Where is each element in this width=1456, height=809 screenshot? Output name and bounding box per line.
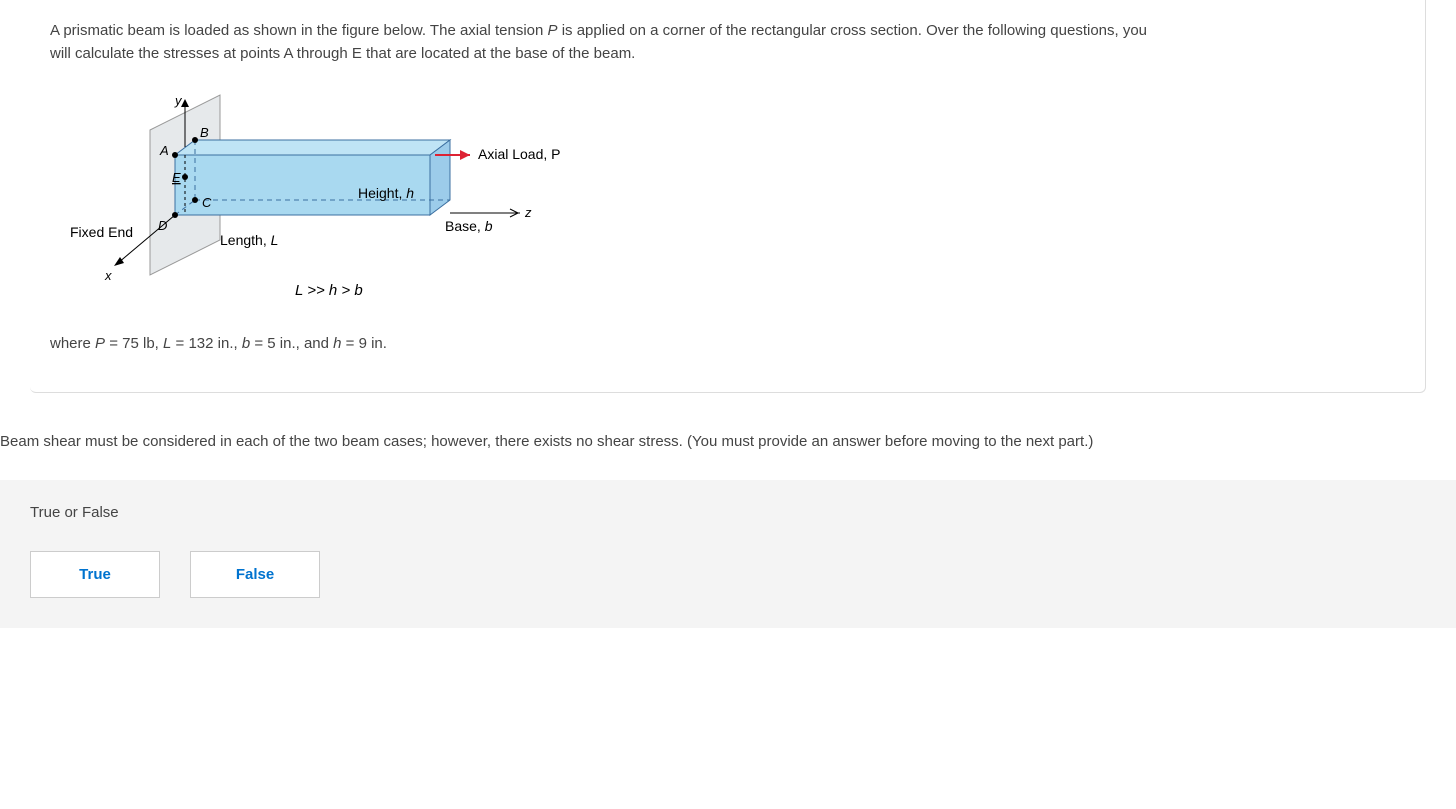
variable-p: P: [548, 22, 558, 39]
where-pre: where: [50, 335, 95, 352]
length-label: Length, L: [220, 232, 278, 248]
point-c: C: [202, 195, 212, 210]
val-l: = 132 in.,: [171, 335, 241, 352]
question-card: A prismatic beam is loaded as shown in t…: [30, 0, 1426, 393]
point-a: A: [159, 143, 169, 158]
answer-block: True or False True False: [0, 480, 1456, 628]
given-values: where P = 75 lb, L = 132 in., b = 5 in.,…: [50, 335, 1405, 352]
axial-load-label: Axial Load, P: [478, 146, 561, 162]
var-b: b: [242, 335, 250, 352]
beam-figure: y z x A B C D E Axial Load, P: [50, 85, 1405, 315]
false-button[interactable]: False: [190, 551, 320, 598]
point-d: D: [158, 218, 167, 233]
val-h: = 9 in.: [342, 335, 387, 352]
true-button[interactable]: True: [30, 551, 160, 598]
var-h: h: [333, 335, 341, 352]
question-instruction: Beam shear must be considered in each of…: [0, 433, 1456, 450]
axis-z-label: z: [524, 205, 532, 220]
answer-buttons: True False: [30, 551, 1426, 598]
fixed-end-label: Fixed End: [70, 224, 133, 240]
axis-x-label: x: [104, 268, 112, 283]
relation-label: L >> h > b: [295, 282, 363, 299]
problem-statement: A prismatic beam is loaded as shown in t…: [50, 20, 1150, 65]
height-label: Height, h: [358, 185, 414, 201]
val-b: = 5 in., and: [250, 335, 333, 352]
beam-diagram-svg: y z x A B C D E Axial Load, P: [50, 85, 610, 315]
var-p: P: [95, 335, 105, 352]
val-p: = 75 lb,: [105, 335, 163, 352]
answer-prompt-label: True or False: [30, 504, 1426, 521]
base-label: Base, b: [445, 218, 493, 234]
prompt-text-1: A prismatic beam is loaded as shown in t…: [50, 22, 548, 39]
point-b: B: [200, 125, 209, 140]
point-e: E: [172, 170, 181, 185]
